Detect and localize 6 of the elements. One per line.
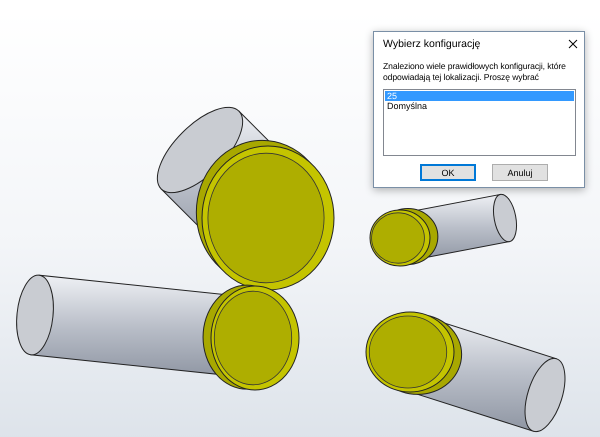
dialog-title: Wybierz konfigurację <box>383 38 480 50</box>
list-item[interactable]: Domyślna <box>385 101 574 111</box>
close-icon[interactable] <box>568 38 578 48</box>
cancel-button[interactable]: Anuluj <box>492 164 548 181</box>
ok-button[interactable]: OK <box>420 164 476 181</box>
dialog-message: Znaleziono wiele prawidłowych konfiguracji, które odpowiadają tej lokalizacji. Proszę wybrać <box>383 61 567 83</box>
